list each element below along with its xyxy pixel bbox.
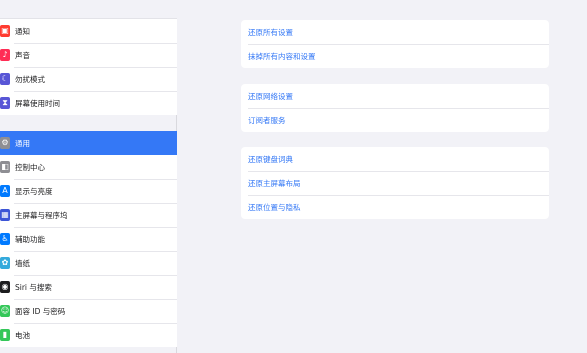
detail-pane: 还原所有设置抹掉所有内容和设置 还原网络设置 订阅者服务 还原键盘词典 还原主屏幕布… [178, 0, 587, 353]
reset-option-row[interactable]: 还原主屏幕布局 [241, 171, 549, 195]
reset-option-label: 还原主屏幕布局 [248, 178, 301, 188]
sidebar-item-label: 通知 [15, 26, 30, 36]
sidebar-group-1: ▣ 通知 ♪ 声音 ☾ 勿扰模式 ⧗ 屏幕使用时间 [0, 19, 177, 115]
reset-option-label: 还原位置与隐私 [248, 202, 301, 212]
sidebar-item[interactable]: ☾ 勿扰模式 [0, 67, 177, 91]
reset-option-label: 还原键盘词典 [248, 154, 293, 164]
sidebar-item[interactable]: ♿ 辅助功能 [0, 227, 177, 251]
sidebar-item-label: 显示与亮度 [15, 186, 53, 196]
battery-icon: ▮ [0, 329, 10, 341]
sidebar-item-label: 电池 [15, 330, 30, 340]
reset-option-row[interactable]: 订阅者服务 [241, 108, 549, 132]
sidebar-item[interactable]: ◧ 控制中心 [0, 155, 177, 179]
sidebar-item-label: 屏幕使用时间 [15, 98, 60, 108]
sidebar-item-label: 辅助功能 [15, 234, 45, 244]
reset-option-row[interactable]: 还原网络设置 [241, 84, 549, 108]
notification-icon: ▣ [0, 25, 10, 37]
hourglass-icon: ⧗ [0, 97, 10, 109]
reset-option-row[interactable]: 抹掉所有内容和设置 [241, 44, 549, 68]
sidebar-item-label: 勿扰模式 [15, 74, 45, 84]
settings-sidebar: ▣ 通知 ♪ 声音 ☾ 勿扰模式 ⧗ 屏幕使用时间 ⚙ 通用 ◧ 控制中心 A 显示与亮度 ▦ 主屏幕与程序… [0, 0, 177, 353]
sidebar-item-label: 通用 [15, 138, 30, 148]
reset-option-row[interactable]: 还原键盘词典 [241, 147, 549, 171]
sidebar-item[interactable]: ♪ 声音 [0, 43, 177, 67]
accessibility-icon: ♿ [0, 233, 10, 245]
wallpaper-icon: ✿ [0, 257, 10, 269]
control-center-icon: ◧ [0, 161, 10, 173]
reset-option-row[interactable]: 还原位置与隐私 [241, 195, 549, 219]
home-screen-icon: ▦ [0, 209, 10, 221]
sidebar-item-label: 面容 ID 与密码 [15, 306, 66, 316]
sidebar-item[interactable]: A 显示与亮度 [0, 179, 177, 203]
reset-card-1: 还原所有设置抹掉所有内容和设置 [241, 20, 549, 68]
sidebar-item-label: Siri 与搜索 [15, 282, 52, 292]
sidebar-item-label: 声音 [15, 50, 30, 60]
sidebar-item-label: 主屏幕与程序坞 [15, 210, 68, 220]
sidebar-item[interactable]: ▦ 主屏幕与程序坞 [0, 203, 177, 227]
sidebar-item[interactable]: ◉ Siri 与搜索 [0, 275, 177, 299]
sidebar-group-2: ⚙ 通用 ◧ 控制中心 A 显示与亮度 ▦ 主屏幕与程序坞 ♿ 辅助功能 ✿ 墙纸 ◉ Siri 与搜索 ☺… [0, 131, 177, 347]
reset-option-row[interactable]: 还原所有设置 [241, 20, 549, 44]
reset-option-label: 还原所有设置 [248, 27, 293, 37]
sidebar-item[interactable]: ✿ 墙纸 [0, 251, 177, 275]
sidebar-item[interactable]: ▣ 通知 [0, 19, 177, 43]
display-icon: A [0, 185, 10, 197]
sidebar-top-strip [0, 0, 177, 19]
sidebar-item[interactable]: ▮ 电池 [0, 323, 177, 347]
reset-option-label: 还原网络设置 [248, 91, 293, 101]
reset-option-label: 订阅者服务 [248, 115, 286, 125]
sidebar-item[interactable]: ⚙ 通用 [0, 131, 177, 155]
sidebar-item[interactable]: ⧗ 屏幕使用时间 [0, 91, 177, 115]
sound-icon: ♪ [0, 49, 10, 61]
moon-icon: ☾ [0, 73, 10, 85]
reset-card-3: 还原键盘词典 还原主屏幕布局 还原位置与隐私 [241, 147, 549, 219]
reset-card-2: 还原网络设置 订阅者服务 [241, 84, 549, 132]
sidebar-item-label: 控制中心 [15, 162, 45, 172]
gear-icon: ⚙ [0, 137, 10, 149]
reset-option-label: 抹掉所有内容和设置 [248, 51, 316, 61]
sidebar-item[interactable]: ☺ 面容 ID 与密码 [0, 299, 177, 323]
face-id-icon: ☺ [0, 305, 10, 317]
siri-icon: ◉ [0, 281, 10, 293]
sidebar-item-label: 墙纸 [15, 258, 30, 268]
